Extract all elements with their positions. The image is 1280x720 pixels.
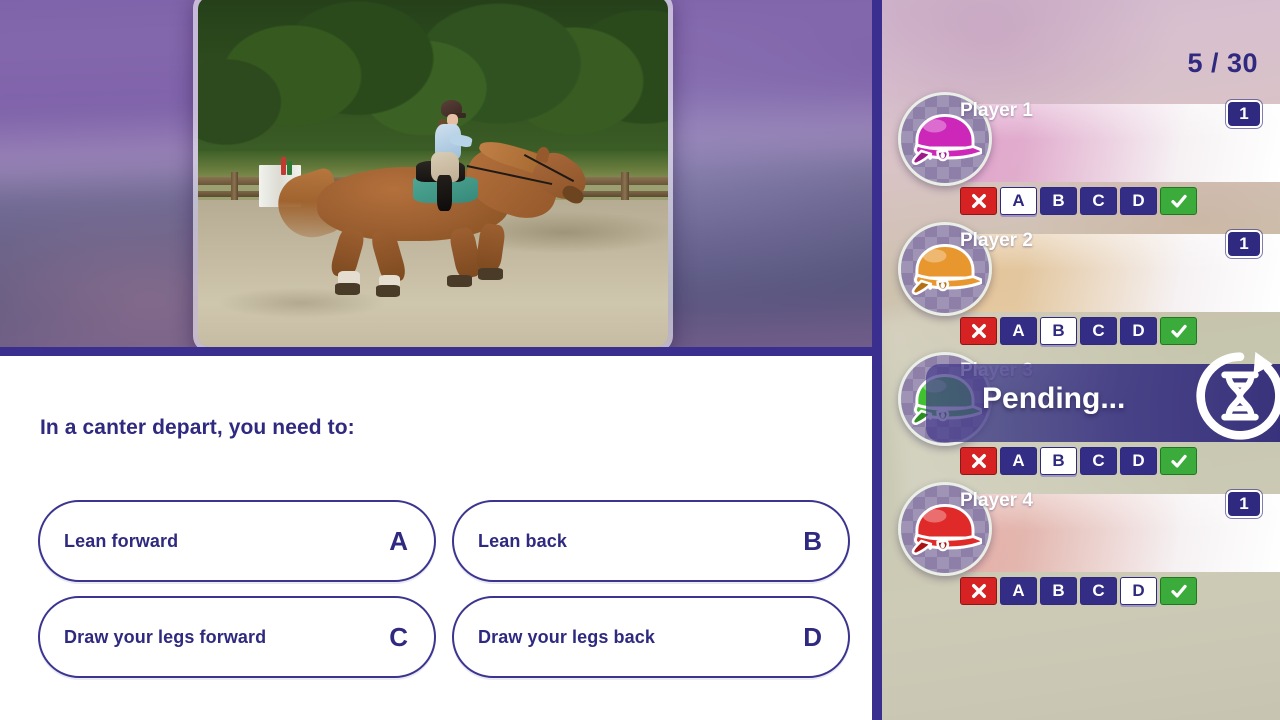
question-media-area bbox=[0, 0, 872, 356]
mark-correct-cell bbox=[1160, 317, 1197, 345]
answer-cell-a: A bbox=[1000, 187, 1037, 215]
rider-boot bbox=[436, 175, 452, 211]
quiz-left-panel: In a canter depart, you need to: Lean fo… bbox=[0, 0, 872, 720]
player-answer-strip: ABCD bbox=[960, 187, 1197, 215]
mark-wrong-cell bbox=[960, 317, 997, 345]
player-name: Player 4 bbox=[960, 490, 1033, 511]
horse-hoof bbox=[335, 283, 361, 295]
question-text: In a canter depart, you need to: bbox=[40, 416, 355, 439]
answer-cell-d: D bbox=[1120, 317, 1157, 345]
player-score-badge: 1 bbox=[1226, 100, 1262, 128]
player-name: Player 1 bbox=[960, 100, 1033, 121]
answer-cell-c: C bbox=[1080, 187, 1117, 215]
photo-horse bbox=[271, 100, 594, 305]
horse-hoof bbox=[477, 268, 503, 280]
player-list: Player 11ABCDPlayer 21ABCDPlayer 3ABCDPe… bbox=[882, 92, 1280, 612]
answer-cell-d: D bbox=[1120, 447, 1157, 475]
answer-cell-b: B bbox=[1040, 317, 1077, 345]
horse-hoof bbox=[375, 284, 401, 297]
answer-option-d[interactable]: Draw your legs back D bbox=[452, 596, 850, 678]
player-row[interactable]: Player 3ABCDPending... bbox=[882, 351, 1280, 482]
answer-cell-a: A bbox=[1000, 317, 1037, 345]
mark-wrong-cell bbox=[960, 447, 997, 475]
photo-rider bbox=[419, 100, 493, 218]
cross-icon bbox=[971, 194, 986, 208]
answer-option-key: D bbox=[803, 621, 822, 652]
answer-option-key: A bbox=[389, 525, 408, 556]
check-icon bbox=[1170, 194, 1187, 208]
media-bottom-divider bbox=[0, 347, 872, 356]
cross-icon bbox=[971, 454, 986, 468]
player-score-badge: 1 bbox=[1226, 230, 1262, 258]
answer-option-a[interactable]: Lean forward A bbox=[38, 500, 436, 582]
answer-cell-b: B bbox=[1040, 577, 1077, 605]
photo-fence-post bbox=[621, 172, 629, 204]
mark-wrong-cell bbox=[960, 187, 997, 215]
answer-cell-a: A bbox=[1000, 577, 1037, 605]
mark-correct-cell bbox=[1160, 447, 1197, 475]
answer-option-label: Draw your legs back bbox=[478, 626, 655, 647]
answer-option-label: Lean back bbox=[478, 530, 567, 551]
players-sidebar: 5 / 30 Player 11ABCDPlayer 21ABCDPlayer … bbox=[882, 0, 1280, 720]
pending-label: Pending... bbox=[982, 382, 1126, 415]
answer-cell-a: A bbox=[1000, 447, 1037, 475]
player-score-badge: 1 bbox=[1226, 490, 1262, 518]
pending-hourglass-icon bbox=[1196, 351, 1280, 440]
question-image bbox=[198, 0, 668, 347]
pending-icon-wrap bbox=[1192, 348, 1280, 444]
answer-cell-d: D bbox=[1120, 187, 1157, 215]
answer-cell-c: C bbox=[1080, 577, 1117, 605]
question-counter: 5 / 30 bbox=[1187, 48, 1258, 78]
check-icon bbox=[1170, 454, 1187, 468]
answer-option-label: Lean forward bbox=[64, 530, 179, 551]
cross-icon bbox=[971, 584, 986, 598]
cross-icon bbox=[971, 324, 986, 338]
player-row[interactable]: Player 2 1 ABCD bbox=[882, 222, 1280, 352]
photo-fence-post bbox=[230, 172, 239, 204]
player-row[interactable]: Player 4 1 ABCD bbox=[882, 482, 1280, 612]
answer-option-label: Draw your legs forward bbox=[64, 626, 267, 647]
answer-options-grid: Lean forward A Lean back B Draw your legs fo… bbox=[38, 500, 850, 678]
panel-vertical-divider bbox=[872, 0, 882, 720]
player-name: Player 2 bbox=[960, 230, 1033, 251]
player-answer-strip: ABCD bbox=[960, 317, 1197, 345]
answer-option-key: B bbox=[803, 525, 822, 556]
check-icon bbox=[1170, 324, 1187, 338]
mark-correct-cell bbox=[1160, 577, 1197, 605]
answer-cell-b: B bbox=[1040, 187, 1077, 215]
player-answer-strip: ABCD bbox=[960, 447, 1197, 475]
mark-correct-cell bbox=[1160, 187, 1197, 215]
answer-option-b[interactable]: Lean back B bbox=[452, 500, 850, 582]
mark-wrong-cell bbox=[960, 577, 997, 605]
check-icon bbox=[1170, 584, 1187, 598]
answer-cell-b: B bbox=[1040, 447, 1077, 475]
player-answer-strip: ABCD bbox=[960, 577, 1197, 605]
player-row[interactable]: Player 1 1 ABCD bbox=[882, 92, 1280, 222]
question-image-frame bbox=[193, 0, 673, 352]
answer-cell-c: C bbox=[1080, 317, 1117, 345]
answer-option-key: C bbox=[389, 621, 408, 652]
answer-cell-c: C bbox=[1080, 447, 1117, 475]
horse-hoof bbox=[446, 274, 472, 287]
answer-cell-d: D bbox=[1120, 577, 1157, 605]
question-area: In a canter depart, you need to: Lean fo… bbox=[0, 356, 872, 720]
answer-option-c[interactable]: Draw your legs forward C bbox=[38, 596, 436, 678]
